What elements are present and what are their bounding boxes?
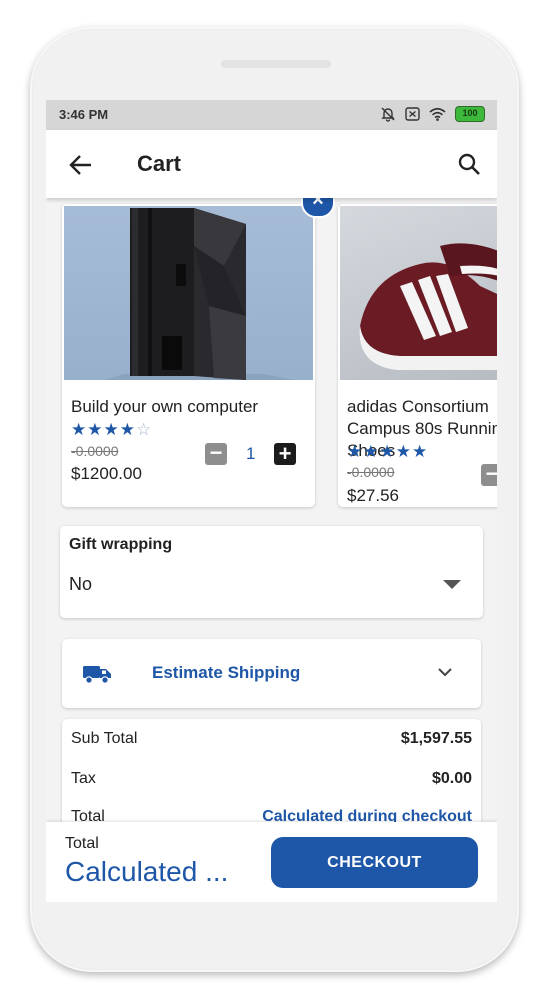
- old-price: -0.0000: [71, 443, 119, 459]
- star-icon: ★: [103, 420, 120, 439]
- product-price: $27.56: [347, 486, 399, 505]
- subtotal-row: Sub Total $1,597.55: [71, 730, 472, 748]
- footer-total-label: Total: [65, 835, 99, 852]
- quantity-increase-button[interactable]: +: [274, 443, 296, 465]
- star-icon: ★: [379, 442, 396, 461]
- status-time: 3:46 PM: [59, 107, 109, 122]
- cart-item-card[interactable]: Build your own computer ★★★★☆ -0.0000 $1…: [62, 204, 315, 507]
- quantity-value: 1: [246, 444, 256, 463]
- wifi-icon: [429, 107, 446, 121]
- star-outline-icon: ☆: [136, 420, 153, 439]
- status-icons: 100: [380, 106, 485, 122]
- old-price: -0.0000: [347, 464, 395, 480]
- star-icon: ★: [412, 442, 429, 461]
- subtotal-label: Sub Total: [71, 730, 138, 747]
- gift-wrapping-label: Gift wrapping: [69, 536, 173, 553]
- phone-speaker: [221, 60, 331, 68]
- bell-off-icon: [381, 107, 395, 122]
- checkout-button[interactable]: CHECKOUT: [271, 837, 478, 888]
- remove-item-button[interactable]: ×: [301, 198, 335, 218]
- gift-wrapping-select[interactable]: No: [69, 574, 92, 595]
- chevron-down-icon[interactable]: [437, 666, 453, 678]
- total-row-value: Calculated during checkout: [262, 808, 472, 822]
- status-bar: 3:46 PM 100: [46, 100, 497, 130]
- product-name[interactable]: Build your own computer: [71, 396, 311, 418]
- product-image: [340, 206, 497, 380]
- sneaker-illustration: [359, 243, 497, 370]
- search-icon[interactable]: [457, 152, 481, 176]
- star-icon: ★: [87, 420, 104, 439]
- estimate-shipping-card[interactable]: Estimate Shipping: [62, 639, 481, 708]
- star-icon: ★: [395, 442, 412, 461]
- cart-content: Build your own computer ★★★★☆ -0.0000 $1…: [46, 198, 497, 822]
- battery-icon: 100: [455, 106, 485, 122]
- sim-off-icon: [405, 107, 420, 121]
- star-icon: ★: [347, 442, 364, 461]
- product-rating: ★★★★☆: [71, 420, 152, 440]
- order-totals-card: Sub Total $1,597.55 Tax $0.00 Total Calc…: [62, 719, 481, 822]
- checkout-bar: Total Calculated ... CHECKOUT: [46, 822, 497, 902]
- tax-value: $0.00: [431, 770, 472, 787]
- cart-item-card[interactable]: adidas Consortium Campus 80s Running Sho…: [338, 204, 497, 507]
- quantity-decrease-button[interactable]: −: [205, 442, 227, 465]
- product-image: [64, 206, 313, 380]
- truck-icon: [83, 666, 111, 684]
- star-icon: ★: [71, 420, 88, 439]
- footer-total-value: Calculated ...: [65, 856, 229, 887]
- total-row: Total Calculated during checkout: [71, 808, 472, 822]
- arrow-left-icon[interactable]: [68, 152, 94, 178]
- subtotal-value: $1,597.55: [400, 730, 472, 747]
- product-price: $1200.00: [71, 464, 142, 483]
- gift-wrapping-card[interactable]: Gift wrapping No: [60, 526, 483, 618]
- star-icon: ★: [363, 442, 380, 461]
- total-row-label: Total: [71, 808, 105, 822]
- server-illustration: [104, 208, 294, 380]
- product-rating: ★★★★★: [347, 442, 428, 462]
- quantity-decrease-button[interactable]: −: [481, 463, 497, 486]
- app-screen: 3:46 PM 100 Cart Build your own computer…: [46, 100, 497, 902]
- battery-level: 100: [462, 108, 478, 118]
- star-icon: ★: [119, 420, 136, 439]
- app-bar: Cart: [46, 130, 497, 198]
- estimate-shipping-label[interactable]: Estimate Shipping: [152, 663, 300, 683]
- tax-label: Tax: [71, 770, 96, 787]
- page-title: Cart: [137, 151, 182, 176]
- dropdown-arrow-icon[interactable]: [443, 580, 461, 589]
- tax-row: Tax $0.00: [71, 770, 472, 788]
